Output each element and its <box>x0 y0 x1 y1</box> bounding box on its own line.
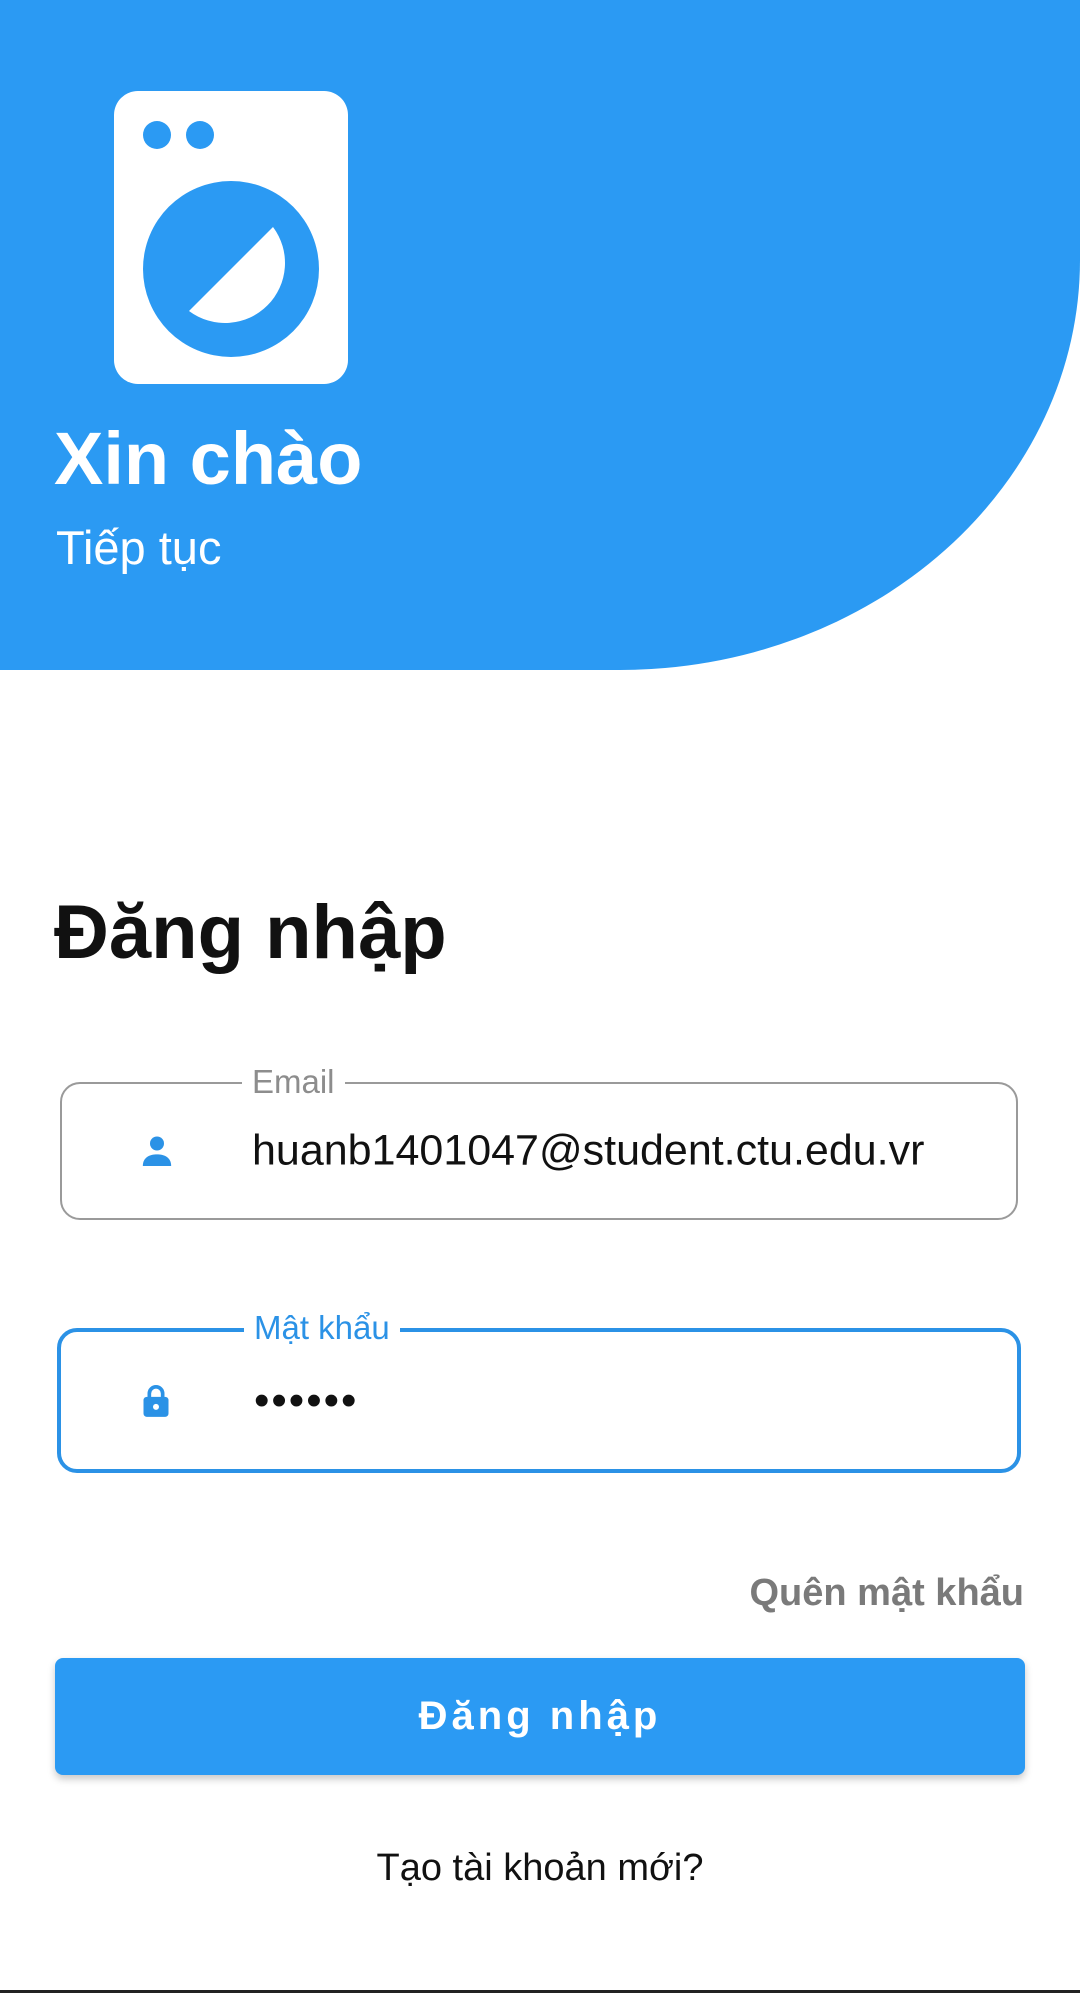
password-input[interactable]: •••••• <box>254 1376 358 1426</box>
greeting-title: Xin chào <box>54 417 363 500</box>
login-button[interactable]: Đăng nhập <box>55 1658 1025 1775</box>
person-icon <box>142 1136 172 1166</box>
washer-door-icon <box>143 181 319 357</box>
control-dot-icon <box>143 121 171 149</box>
page-title: Đăng nhập <box>54 890 447 975</box>
password-field[interactable]: Mật khẩu •••••• <box>57 1308 1021 1473</box>
email-input[interactable]: huanb1401047@student.ctu.edu.vr <box>252 1127 924 1176</box>
register-link[interactable]: Tạo tài khoản mới? <box>0 1847 1080 1890</box>
header-banner: Xin chào Tiếp tục <box>0 0 1080 670</box>
control-dot-icon <box>186 121 214 149</box>
email-field[interactable]: Email huanb1401047@student.ctu.edu.vr <box>60 1062 1018 1220</box>
email-field-label: Email <box>242 1062 345 1102</box>
greeting-subtitle: Tiếp tục <box>56 521 222 574</box>
forgot-password-link[interactable]: Quên mật khẩu <box>750 1572 1025 1615</box>
washing-machine-icon <box>114 91 348 384</box>
password-field-label: Mật khẩu <box>244 1308 400 1348</box>
lock-icon <box>143 1384 169 1417</box>
